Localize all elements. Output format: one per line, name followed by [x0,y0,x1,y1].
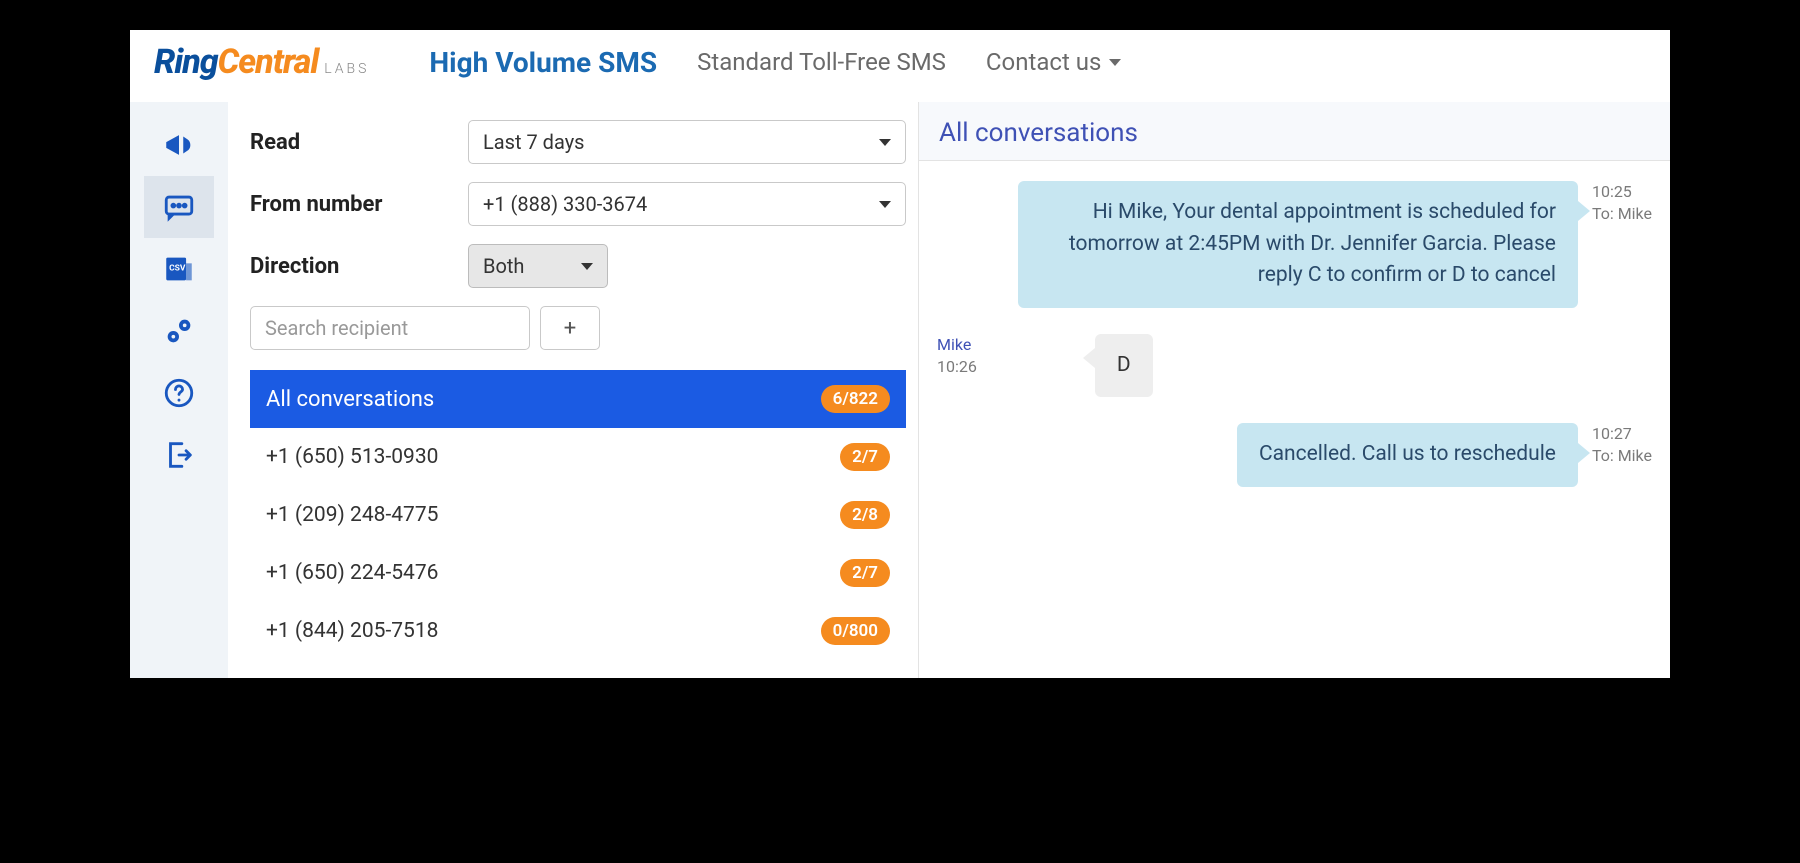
sidebar: CSV [130,102,228,678]
chat-icon [162,190,196,224]
conversation-number: +1 (209) 248-4775 [266,503,438,527]
conversation-badge: 2/8 [840,501,890,529]
conversation-number: +1 (844) 205-7518 [266,619,438,643]
chat-panel: All conversations Hi Mike, Your dental a… [918,102,1670,678]
chevron-down-icon [581,263,593,270]
message-to: To: Mike [1592,203,1652,225]
brand-logo: RingCentral LABS [154,42,369,82]
message-bubble: Cancelled. Call us to reschedule [1237,423,1578,487]
sidebar-logout[interactable] [144,424,214,486]
message-meta: 10:25 To: Mike [1592,181,1652,308]
logo-central: Central [218,42,319,82]
help-icon [162,376,196,410]
sidebar-help[interactable] [144,362,214,424]
from-number-label: From number [250,192,450,217]
message-time: 10:25 [1592,181,1652,203]
message-outbound: Cancelled. Call us to reschedule 10:27 T… [937,423,1652,487]
chat-title: All conversations [919,102,1670,161]
conversation-number: +1 (650) 224-5476 [266,561,438,585]
read-value: Last 7 days [483,130,584,154]
direction-label: Direction [250,254,450,279]
message-inbound: Mike 10:26 D [937,334,1652,398]
nav-contact-us[interactable]: Contact us [986,48,1121,76]
sidebar-conversations[interactable] [144,176,214,238]
sidebar-settings[interactable] [144,300,214,362]
plus-icon: + [564,316,576,341]
conversation-all-badge: 6/822 [821,385,890,413]
gears-icon [162,314,196,348]
message-sender: Mike [937,334,977,356]
sidebar-announce[interactable] [144,114,214,176]
message-bubble: D [1095,334,1153,398]
chevron-down-icon [1109,59,1121,66]
filter-panel: Read Last 7 days From number +1 (888) 33… [228,102,918,678]
workspace: CSV Read Last 7 days From number [130,102,1670,678]
conversation-badge: 2/7 [840,443,890,471]
nav-contact-us-label: Contact us [986,48,1101,76]
conversation-badge: 2/7 [840,559,890,587]
from-number-dropdown[interactable]: +1 (888) 330-3674 [468,182,906,226]
conversation-all-label: All conversations [266,387,434,412]
conversation-row[interactable]: +1 (650) 513-0930 2/7 [250,428,906,486]
search-recipient-input[interactable] [250,306,530,350]
message-time: 10:27 [1592,423,1652,445]
message-bubble: Hi Mike, Your dental appointment is sche… [1018,181,1578,308]
nav-links: High Volume SMS Standard Toll-Free SMS C… [429,46,1121,79]
message-outbound: Hi Mike, Your dental appointment is sche… [937,181,1652,308]
svg-text:CSV: CSV [169,263,186,273]
nav-high-volume-sms[interactable]: High Volume SMS [429,46,657,79]
chevron-down-icon [879,139,891,146]
message-meta: 10:27 To: Mike [1592,423,1652,487]
chat-body: Hi Mike, Your dental appointment is sche… [919,161,1670,678]
conversation-badge: 0/800 [821,617,890,645]
conversation-row[interactable]: +1 (209) 248-4775 2/8 [250,486,906,544]
message-time: 10:26 [937,356,977,378]
logout-icon [162,438,196,472]
read-label: Read [250,130,450,155]
csv-icon: CSV [162,252,196,286]
chevron-down-icon [879,201,891,208]
logo-ring: Ring [154,42,218,82]
read-dropdown[interactable]: Last 7 days [468,120,906,164]
topbar: RingCentral LABS High Volume SMS Standar… [130,30,1670,102]
conversation-all-row[interactable]: All conversations 6/822 [250,370,906,428]
direction-value: Both [483,254,524,278]
conversation-number: +1 (650) 513-0930 [266,445,438,469]
from-number-value: +1 (888) 330-3674 [483,192,647,216]
megaphone-icon [162,128,196,162]
add-recipient-button[interactable]: + [540,306,600,350]
logo-labs: LABS [324,61,369,77]
conversation-row[interactable]: +1 (650) 224-5476 2/7 [250,544,906,602]
direction-dropdown[interactable]: Both [468,244,608,288]
conversation-row[interactable]: +1 (844) 205-7518 0/800 [250,602,906,660]
sidebar-export-csv[interactable]: CSV [144,238,214,300]
nav-standard-tollfree-sms[interactable]: Standard Toll-Free SMS [697,48,946,76]
message-to: To: Mike [1592,445,1652,467]
app-window: RingCentral LABS High Volume SMS Standar… [130,30,1670,678]
message-meta: Mike 10:26 [937,334,977,398]
